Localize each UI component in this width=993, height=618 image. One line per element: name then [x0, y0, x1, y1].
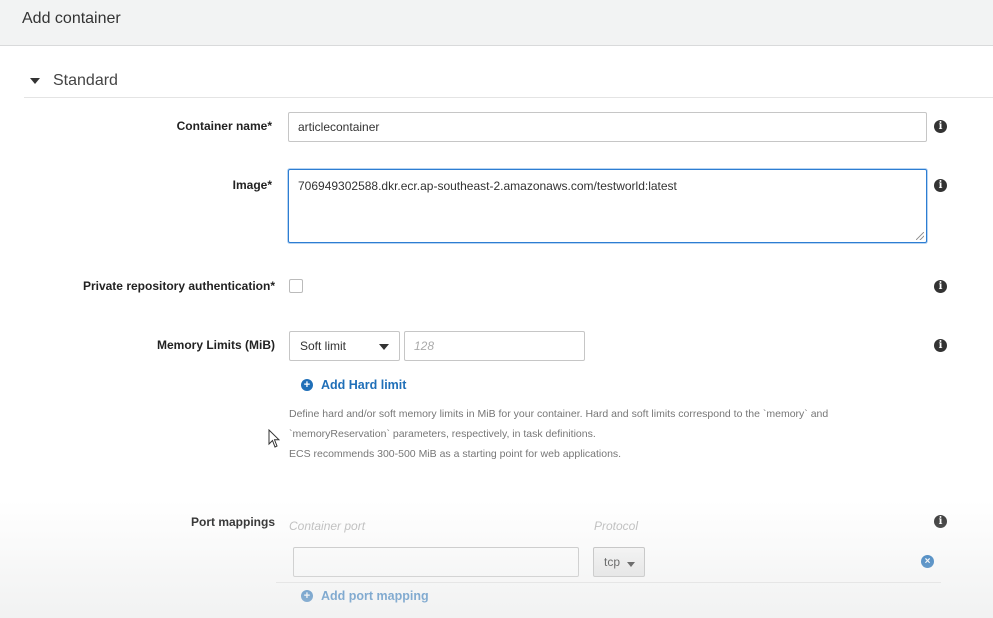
private-repo-auth-checkbox[interactable] — [289, 279, 303, 293]
add-port-mapping-link[interactable]: + Add port mapping — [301, 589, 429, 603]
protocol-value: tcp — [604, 555, 621, 569]
memory-limit-input[interactable]: 128 — [404, 331, 585, 361]
window-title: Add container — [22, 10, 121, 27]
info-icon[interactable]: i — [934, 515, 947, 528]
private-repo-auth-label: Private repository authentication* — [82, 279, 275, 293]
help-line: ECS recommends 300-500 MiB as a starting… — [289, 448, 622, 460]
image-label: Image* — [232, 178, 272, 192]
section-standard-header[interactable]: Standard — [24, 64, 993, 98]
memory-limit-type-select[interactable]: Soft limit — [289, 331, 400, 361]
resize-grip[interactable] — [916, 232, 924, 240]
info-icon[interactable]: i — [934, 339, 947, 352]
chevron-down-icon — [627, 562, 635, 567]
container-name-label: Container name* — [176, 119, 272, 133]
container-port-input[interactable] — [293, 547, 579, 577]
memory-help-text: Define hard and/or soft memory limits in… — [289, 404, 929, 464]
port-mappings-label: Port mappings — [190, 515, 275, 529]
protocol-dropdown[interactable]: tcp — [593, 547, 645, 577]
help-line: Define hard and/or soft memory limits in… — [289, 408, 829, 420]
container-name-input[interactable]: articlecontainer — [288, 112, 927, 142]
info-icon[interactable]: i — [934, 179, 947, 192]
memory-limits-label: Memory Limits (MiB) — [156, 338, 275, 352]
plus-circle-icon: + — [301, 379, 313, 391]
container-port-column-header: Container port — [289, 519, 366, 533]
protocol-column-header: Protocol — [594, 519, 639, 533]
caret-down-icon[interactable] — [30, 78, 40, 84]
section-title: Standard — [53, 72, 118, 89]
help-line: `memoryReservation` parameters, respecti… — [289, 428, 596, 440]
info-icon[interactable]: i — [934, 280, 947, 293]
divider — [276, 582, 941, 583]
info-icon[interactable]: i — [934, 120, 947, 133]
chevron-down-icon — [379, 344, 389, 350]
add-hard-limit-link[interactable]: + Add Hard limit — [301, 378, 406, 392]
remove-circle-icon[interactable]: × — [921, 555, 934, 568]
image-textarea[interactable]: 706949302588.dkr.ecr.ap-southeast-2.amaz… — [288, 169, 927, 243]
image-value: 706949302588.dkr.ecr.ap-southeast-2.amaz… — [298, 179, 677, 193]
plus-circle-icon: + — [301, 590, 313, 602]
memory-limit-placeholder: 128 — [414, 339, 435, 353]
window-titlebar: Add container — [0, 0, 993, 46]
add-hard-limit-label: Add Hard limit — [321, 378, 407, 392]
memory-limit-type-value: Soft limit — [300, 339, 347, 353]
add-port-mapping-label: Add port mapping — [321, 589, 429, 603]
mouse-cursor-icon — [268, 429, 280, 448]
